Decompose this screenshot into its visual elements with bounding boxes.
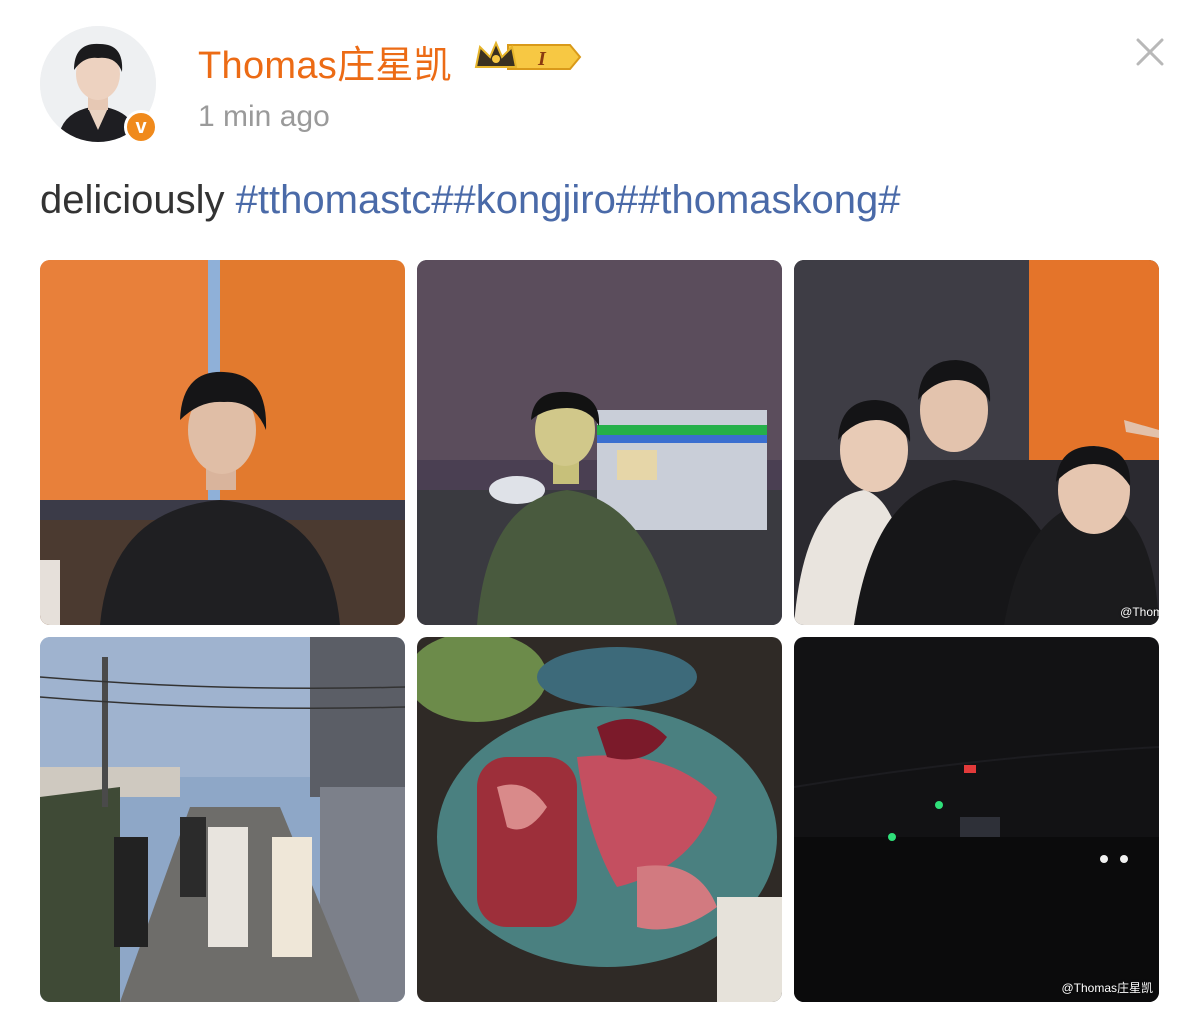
crown-badge-icon[interactable]: I (472, 37, 582, 77)
post-text: deliciously #tthomastc##kongjiro##thomas… (40, 178, 901, 223)
post-header: v Thomas庄星凯 I 1 min ago (40, 26, 1170, 146)
photo-1[interactable] (40, 260, 405, 625)
watermark: @Thomas庄星凯 (1061, 981, 1153, 995)
post-timestamp: 1 min ago (198, 100, 330, 133)
post-hashtags[interactable]: #tthomastc##kongjiro##thomaskong# (236, 178, 901, 222)
photo-5[interactable] (417, 637, 782, 1002)
close-icon[interactable] (1130, 32, 1170, 72)
photo-4[interactable] (40, 637, 405, 1002)
post-caption: deliciously (40, 178, 236, 222)
watermark: @Thom (1120, 605, 1159, 619)
verified-icon: v (124, 110, 158, 144)
photo-6[interactable]: @Thomas庄星凯 (794, 637, 1159, 1002)
photo-3[interactable]: @Thom (794, 260, 1159, 625)
photo-grid: @Thom @Thomas庄星凯 (40, 260, 1160, 1004)
photo-2[interactable] (417, 260, 782, 625)
author-name[interactable]: Thomas庄星凯 (198, 34, 452, 89)
badge-level: I (537, 48, 547, 70)
